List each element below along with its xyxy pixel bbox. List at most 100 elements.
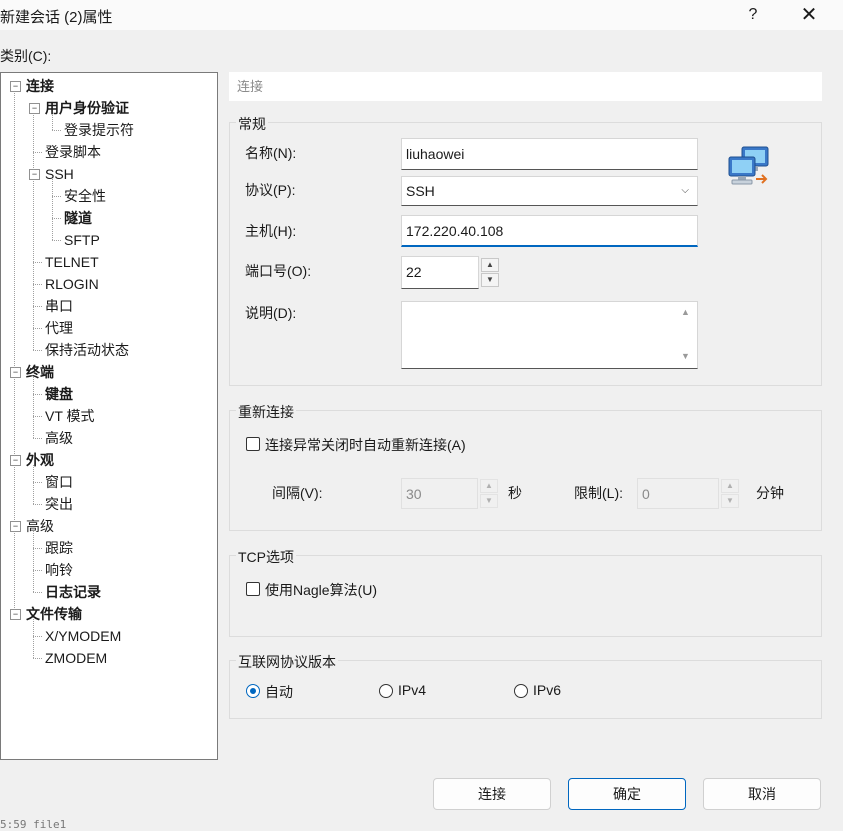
interval-label: 间隔(V):: [272, 485, 323, 501]
tree-item[interactable]: 响铃: [45, 560, 73, 580]
tree-connector-line: [33, 350, 42, 351]
port-field[interactable]: 22: [401, 256, 479, 289]
tree-collapse-toggle-icon[interactable]: −: [29, 169, 40, 180]
help-button[interactable]: ?: [738, 0, 768, 30]
tree-item[interactable]: 外观: [26, 450, 54, 470]
auto-reconnect-label[interactable]: 连接异常关闭时自动重新连接(A): [265, 435, 466, 455]
tree-item[interactable]: SFTP: [64, 230, 100, 250]
tree-connector-line: [33, 416, 42, 417]
description-scroll-up-icon[interactable]: ▲: [681, 307, 690, 317]
category-label: 类别(C):: [0, 48, 52, 64]
tree-item[interactable]: 终端: [26, 362, 54, 382]
ipv4-radio[interactable]: [379, 684, 393, 698]
ipv6-label[interactable]: IPv6: [533, 682, 561, 698]
tree-item[interactable]: VT 模式: [45, 406, 95, 426]
ipv4-label[interactable]: IPv4: [398, 682, 426, 698]
auto-reconnect-checkbox[interactable]: [246, 437, 260, 451]
tree-item[interactable]: 键盘: [45, 384, 73, 404]
tree-connector-line: [33, 181, 34, 350]
reconnect-group-title: 重新连接: [236, 402, 296, 422]
chevron-down-icon: ⌵: [681, 185, 689, 196]
tree-connector-line: [52, 218, 61, 219]
tree-connector-line: [52, 179, 53, 240]
interval-field[interactable]: 30: [401, 478, 478, 509]
tree-connector-line: [33, 482, 42, 483]
tree-connector-line: [33, 394, 42, 395]
tree-item[interactable]: SSH: [45, 164, 74, 184]
connect-button[interactable]: 连接: [433, 778, 551, 810]
panel-header: 连接: [229, 72, 822, 101]
tree-item[interactable]: 跟踪: [45, 538, 73, 558]
tree-item[interactable]: 用户身份验证: [45, 98, 129, 118]
description-field[interactable]: [401, 301, 698, 369]
tree-connector-line: [33, 570, 42, 571]
tree-item[interactable]: 登录脚本: [45, 142, 101, 162]
tree-connector-line: [52, 240, 61, 241]
tree-item[interactable]: 文件传输: [26, 604, 82, 624]
ip-auto-label[interactable]: 自动: [265, 682, 293, 702]
tree-item[interactable]: 突出: [45, 494, 73, 514]
tree-item[interactable]: ZMODEM: [45, 648, 107, 668]
description-label: 说明(D):: [245, 305, 297, 321]
tree-item[interactable]: 连接: [26, 76, 54, 96]
tree-collapse-toggle-icon[interactable]: −: [10, 609, 21, 620]
interval-unit: 秒: [508, 485, 522, 501]
ok-button[interactable]: 确定: [568, 778, 686, 810]
reconnect-group: 重新连接 连接异常关闭时自动重新连接(A) 间隔(V): 30 ▲ ▼ 秒 限制…: [229, 402, 822, 531]
general-group-title: 常规: [236, 114, 268, 134]
port-spin-down[interactable]: ▼: [481, 273, 499, 287]
tree-item[interactable]: X/YMODEM: [45, 626, 121, 646]
tree-item[interactable]: TELNET: [45, 252, 99, 272]
tree-connector-line: [52, 130, 61, 131]
interval-spin-up[interactable]: ▲: [480, 479, 498, 493]
protocol-select[interactable]: SSH ⌵: [401, 176, 698, 206]
tree-collapse-toggle-icon[interactable]: −: [10, 521, 21, 532]
tree-item[interactable]: 高级: [26, 516, 54, 536]
tree-item[interactable]: RLOGIN: [45, 274, 99, 294]
cancel-button[interactable]: 取消: [703, 778, 821, 810]
tree-collapse-toggle-icon[interactable]: −: [10, 81, 21, 92]
host-field[interactable]: 172.220.40.108: [401, 215, 698, 247]
protocol-label: 协议(P):: [245, 182, 296, 198]
interval-spin-down[interactable]: ▼: [480, 494, 498, 508]
tree-connector-line: [33, 658, 42, 659]
tree-connector-line: [33, 531, 34, 592]
name-field[interactable]: liuhaowei: [401, 138, 698, 170]
ip-version-group: 互联网协议版本 自动 IPv4 IPv6: [229, 652, 822, 719]
tree-connector-line: [14, 91, 15, 614]
tree-collapse-toggle-icon[interactable]: −: [29, 103, 40, 114]
tree-item[interactable]: 登录提示符: [64, 120, 134, 140]
tree-connector-line: [33, 465, 34, 504]
ip-version-group-title: 互联网协议版本: [236, 652, 338, 672]
tree-connector-line: [33, 377, 34, 438]
tree-item[interactable]: 串口: [45, 296, 73, 316]
tree-connector-line: [33, 152, 42, 153]
limit-spin-down[interactable]: ▼: [721, 494, 739, 508]
port-label: 端口号(O):: [245, 263, 312, 279]
tree-item[interactable]: 窗口: [45, 472, 73, 492]
category-tree[interactable]: − 连接 − 用户身份验证 登录提示符 登录脚本 − SSH 安全性 隧道 SFTP TELNET RL…: [0, 72, 218, 760]
tree-connector-line: [33, 113, 34, 174]
port-spin-up[interactable]: ▲: [481, 258, 499, 272]
tree-connector-line: [33, 504, 42, 505]
tree-connector-line: [33, 306, 42, 307]
description-scroll-down-icon[interactable]: ▼: [681, 351, 690, 361]
nagle-label[interactable]: 使用Nagle算法(U): [265, 580, 377, 600]
tree-connector-line: [33, 592, 42, 593]
limit-field[interactable]: 0: [637, 478, 719, 509]
tree-connector-line: [33, 262, 42, 263]
close-button[interactable]: ✕: [790, 0, 828, 30]
tree-item[interactable]: 隧道: [64, 208, 92, 228]
tree-collapse-toggle-icon[interactable]: −: [10, 367, 21, 378]
tree-item[interactable]: 日志记录: [45, 582, 101, 602]
ip-auto-radio[interactable]: [246, 684, 260, 698]
nagle-checkbox[interactable]: [246, 582, 260, 596]
tree-collapse-toggle-icon[interactable]: −: [10, 455, 21, 466]
tree-connector-line: [33, 328, 42, 329]
tree-item[interactable]: 保持活动状态: [45, 340, 129, 360]
tree-item[interactable]: 安全性: [64, 186, 106, 206]
ipv6-radio[interactable]: [514, 684, 528, 698]
tree-item[interactable]: 高级: [45, 428, 73, 448]
tree-item[interactable]: 代理: [45, 318, 73, 338]
limit-spin-up[interactable]: ▲: [721, 479, 739, 493]
